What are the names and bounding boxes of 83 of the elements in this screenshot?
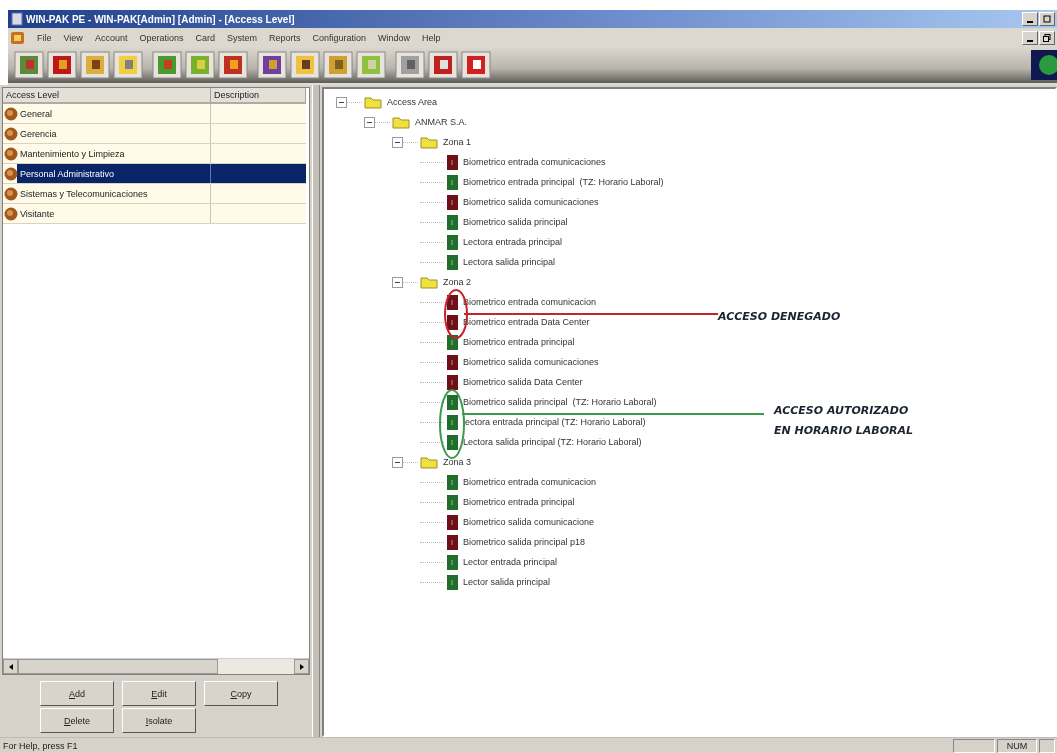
access-level-row[interactable]: General bbox=[3, 104, 306, 124]
tree-node-label[interactable]: Lectora entrada principal bbox=[463, 237, 563, 247]
num-lock-indicator: NUM bbox=[997, 738, 1037, 753]
access-level-name: Personal Administrativo bbox=[20, 168, 115, 179]
tree-node-label[interactable]: Biometrico entrada principal bbox=[463, 337, 575, 347]
menu-item[interactable]: File bbox=[31, 32, 58, 43]
menu-item[interactable]: System bbox=[220, 32, 263, 43]
tree-node-label[interactable]: Biometrico salida principal (TZ: Horario Laboral) bbox=[463, 397, 657, 407]
tree-node-label[interactable]: Zona 1 bbox=[443, 137, 472, 147]
column-header[interactable]: Description bbox=[211, 88, 306, 104]
tree-node-label[interactable]: Lector entrada principal bbox=[463, 557, 558, 567]
access-level-name: Gerencia bbox=[20, 128, 57, 139]
action-button[interactable]: Isolate bbox=[122, 708, 196, 733]
access-level-name: Visitante bbox=[20, 208, 55, 219]
menu-item[interactable]: Card bbox=[189, 32, 221, 43]
access-level-row[interactable]: Personal Administrativo bbox=[3, 164, 306, 184]
app-icon bbox=[11, 12, 23, 26]
collapse-icon[interactable] bbox=[392, 276, 418, 288]
maximize-button[interactable] bbox=[1039, 12, 1055, 26]
annotation-text: ACCESO AUTORIZADO EN HORARIO LABORAL bbox=[774, 403, 914, 439]
minimize-icon bbox=[1027, 21, 1033, 23]
tree-node-label[interactable]: Biometrico entrada comunicaciones bbox=[463, 157, 606, 167]
collapse-icon[interactable] bbox=[336, 96, 362, 108]
tree-node-label[interactable]: Biometrico entrada comunicacion bbox=[463, 477, 597, 487]
access-level-name: General bbox=[20, 108, 53, 119]
minimize-button[interactable] bbox=[1022, 12, 1038, 26]
menu-item[interactable]: Operations bbox=[133, 32, 190, 43]
status-pane bbox=[953, 738, 995, 753]
menu-item[interactable]: Reports bbox=[262, 32, 307, 43]
access-level-row[interactable]: Visitante bbox=[3, 204, 306, 224]
menu-item[interactable]: Account bbox=[88, 32, 134, 43]
restore-icon bbox=[1043, 33, 1051, 42]
tree-node-label[interactable]: Zona 3 bbox=[443, 457, 472, 467]
coin-icon bbox=[4, 206, 18, 221]
right-arrow-icon[interactable] bbox=[299, 663, 304, 670]
menu-item[interactable]: View bbox=[57, 32, 89, 43]
minimize-button[interactable] bbox=[1022, 30, 1038, 45]
action-button[interactable]: Edit bbox=[122, 681, 196, 706]
annotation-text: ACCESO DENEGADO bbox=[718, 309, 841, 325]
tree-node-label[interactable]: Lector salida principal bbox=[463, 577, 551, 587]
tree-node-label[interactable]: Lectora salida principal (TZ: Horario Laboral) bbox=[463, 437, 642, 447]
tree-node-label[interactable]: ANMAR S.A. bbox=[415, 117, 467, 127]
coin-icon bbox=[4, 126, 18, 141]
menu-item[interactable]: Help bbox=[416, 32, 447, 43]
tree-node-label[interactable]: Biometrico salida comunicaciones bbox=[463, 357, 599, 367]
menu-item[interactable]: Configuration bbox=[306, 32, 373, 43]
tree-node-label[interactable]: Biometrico entrada principal (TZ: Horario Laboral) bbox=[463, 177, 664, 187]
access-level-name: Mantenimiento y Limpieza bbox=[20, 148, 125, 159]
collapse-icon[interactable] bbox=[392, 456, 418, 468]
action-button[interactable]: Delete bbox=[40, 708, 114, 733]
tree-node-label[interactable]: Lectora salida principal bbox=[463, 257, 556, 267]
collapse-icon[interactable] bbox=[392, 136, 418, 148]
tree-node-label[interactable]: Biometrico salida principal p18 bbox=[463, 537, 586, 547]
access-level-name: Sistemas y Telecomunicaciones bbox=[20, 188, 148, 199]
status-message: For Help, press F1 bbox=[2, 740, 79, 751]
left-arrow-icon[interactable] bbox=[8, 663, 13, 670]
column-header[interactable]: Access Level bbox=[3, 88, 211, 104]
restore-button[interactable] bbox=[1039, 30, 1055, 45]
window-title: WIN-PAK PE - WIN-PAK[Admin] [Admin] - [Access Level] bbox=[26, 13, 295, 25]
coin-icon bbox=[4, 106, 18, 121]
menu-item[interactable]: Window bbox=[372, 32, 417, 43]
coin-icon bbox=[4, 146, 18, 161]
access-level-row[interactable]: Gerencia bbox=[3, 124, 306, 144]
tree-node-label[interactable]: Biometrico salida comunicaciones bbox=[463, 197, 599, 207]
action-button[interactable]: Add bbox=[40, 681, 114, 706]
coin-icon bbox=[4, 186, 18, 201]
coin-icon bbox=[4, 166, 18, 181]
tree-node-label[interactable]: Access Area bbox=[387, 97, 438, 107]
horizontal-scrollbar[interactable] bbox=[3, 658, 309, 674]
tree-node-label[interactable]: Biometrico entrada principal bbox=[463, 497, 575, 507]
maximize-icon bbox=[1043, 15, 1051, 23]
access-level-row[interactable]: Sistemas y Telecomunicaciones bbox=[3, 184, 306, 204]
status-pane bbox=[1039, 738, 1055, 753]
tree-node-label[interactable]: Biometrico salida Data Center bbox=[463, 377, 583, 387]
splitter[interactable] bbox=[312, 85, 320, 737]
access-level-row[interactable]: Mantenimiento y Limpieza bbox=[3, 144, 306, 164]
minimize-icon bbox=[1027, 39, 1033, 42]
tree-node-label[interactable]: Biometrico salida comunicacione bbox=[463, 517, 595, 527]
globe-icon[interactable] bbox=[1031, 50, 1057, 80]
collapse-icon[interactable] bbox=[364, 116, 390, 128]
tree-node-label[interactable]: Zona 2 bbox=[443, 277, 472, 287]
tree-node-label[interactable]: Biometrico salida principal bbox=[463, 217, 568, 227]
action-button[interactable]: Copy bbox=[204, 681, 278, 706]
